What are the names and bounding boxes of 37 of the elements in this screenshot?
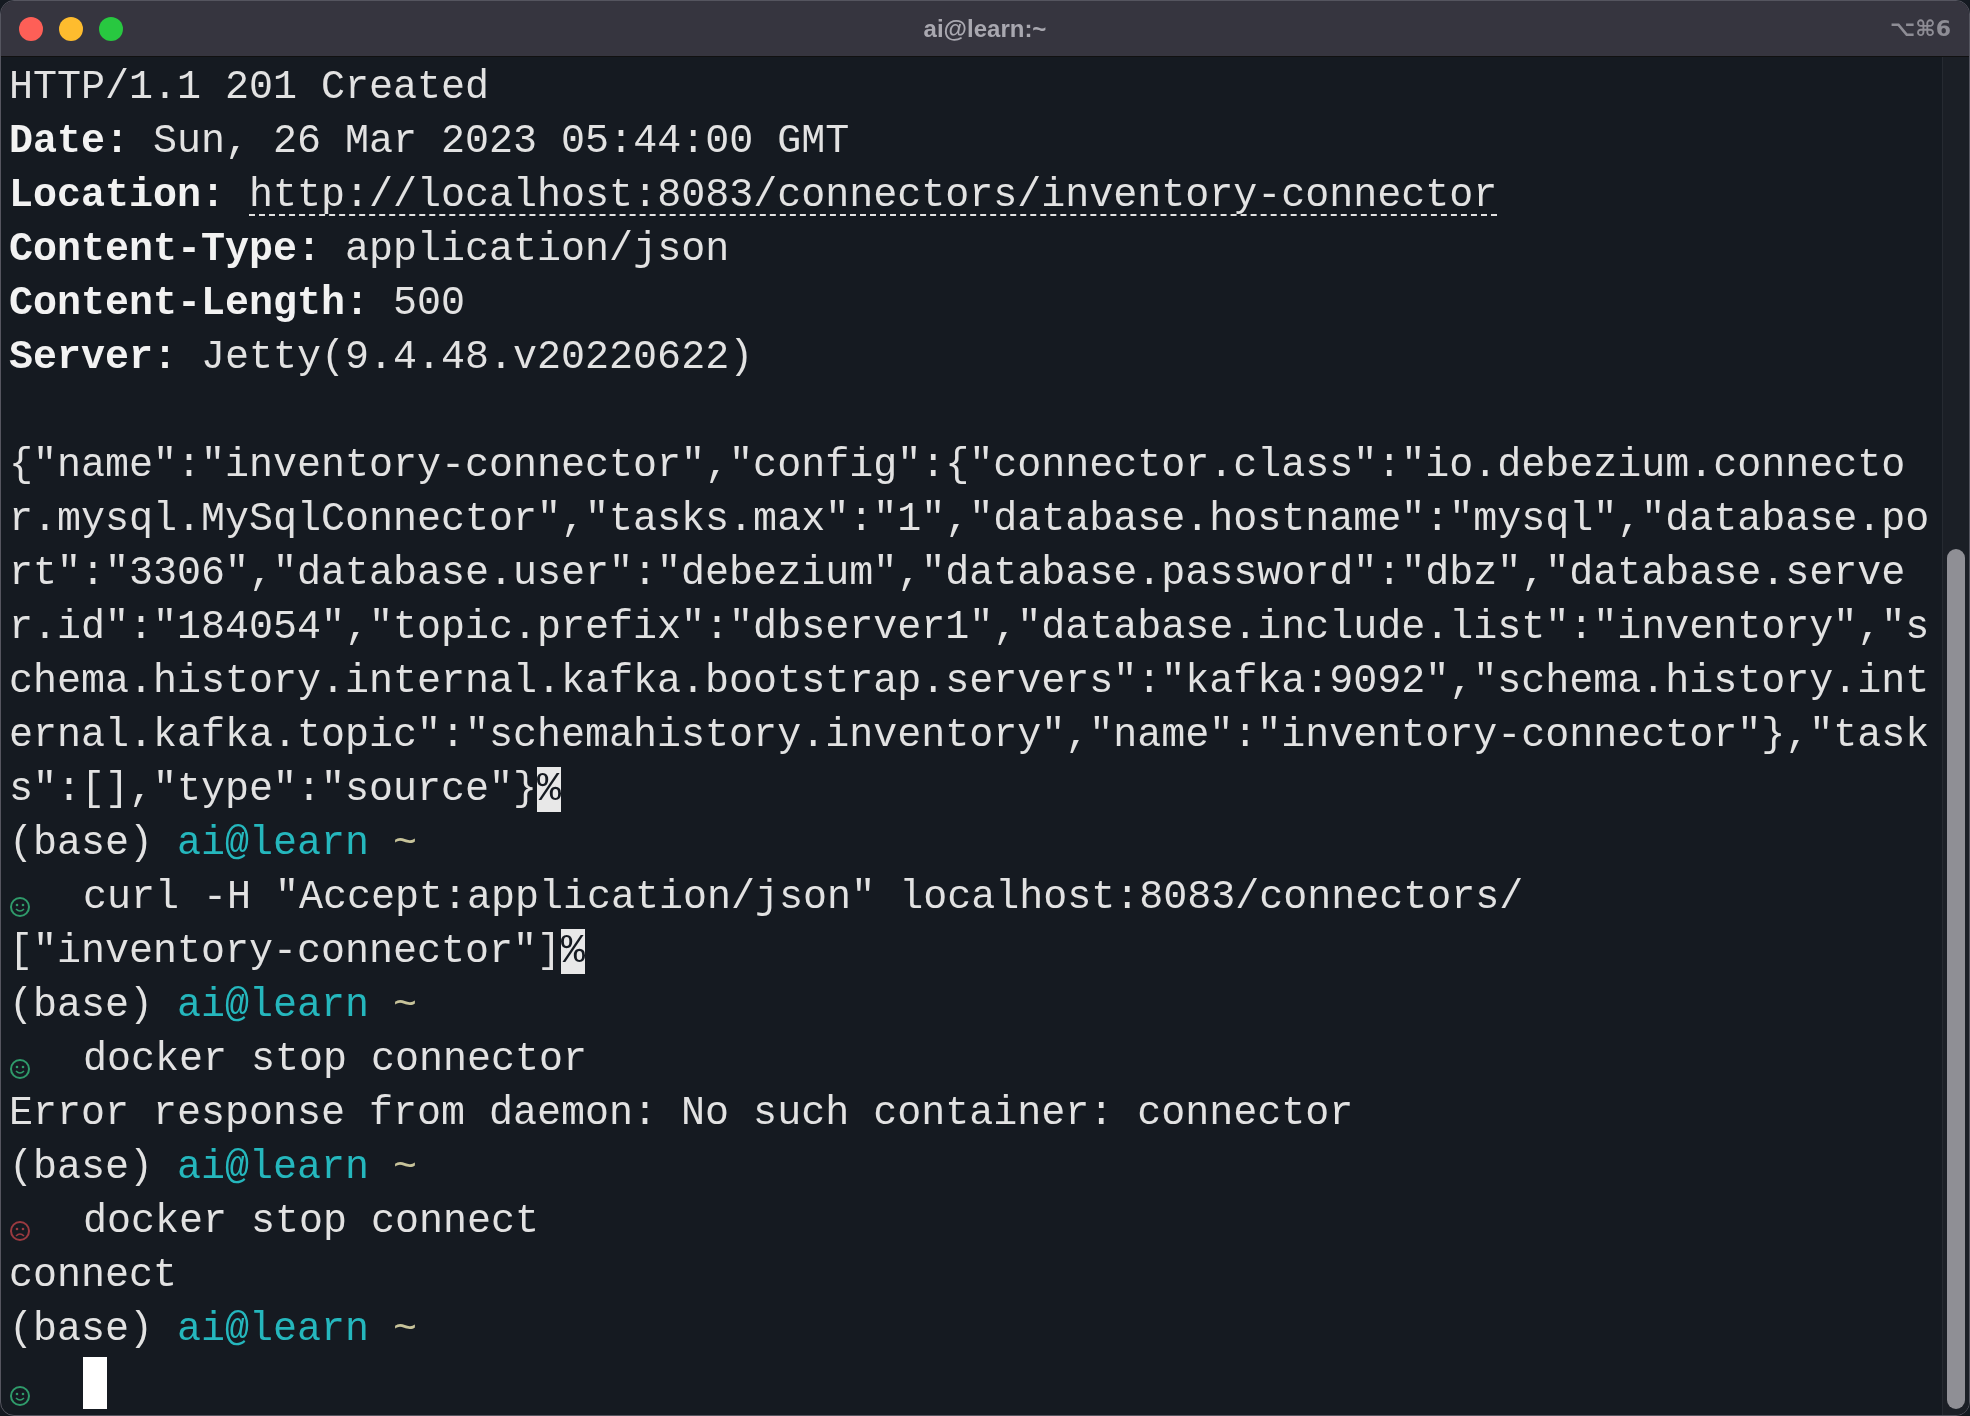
zoom-button[interactable] xyxy=(99,16,123,41)
prompt-directory: ~ xyxy=(393,821,418,866)
output-text: Error response from daemon: No such container: connector xyxy=(9,1090,1355,1138)
env-name: (base) xyxy=(9,1145,154,1190)
prompt-host: ai@learn xyxy=(177,1145,370,1190)
header-value: application/json xyxy=(345,227,730,272)
output-text: {"name":"inventory-connector","config":{"connector.class":"io.debezium.connector.mysql.MySqlConnector","tasks.max":"1","database.hostname":"mysql","database.port":"3306","database.user":"debezium","database.password":"dbz","database.server.id":"184054","topic.prefix":"dbserver1","database.include.list":"inventory","schema.history.internal.kafka.bootstrap.servers":"kafka:9092","schema.history.internal.kafka.topic":"schemahistory.inventory","name":"inventory-connector"},"tasks":[],"type":"source"}% xyxy=(9,442,1931,814)
url-link[interactable]: http://localhost:8083/connectors/inventory-connector xyxy=(249,173,1498,218)
header-value: Jetty(9.4.48.v20220622) xyxy=(201,335,754,380)
prompt-directory: ~ xyxy=(393,983,418,1028)
output-text: ["inventory-connector"]% xyxy=(9,928,587,976)
header-name: Server: xyxy=(9,335,178,380)
command-text: docker stop connect xyxy=(83,1199,540,1244)
shortcut-label: ⌥⌘6 xyxy=(1889,16,1951,41)
env-name: (base) xyxy=(9,1307,154,1352)
minimize-button[interactable] xyxy=(59,16,83,41)
output-text: HTTP/1.1 201 Created xyxy=(9,64,491,112)
header-value: 500 xyxy=(393,281,466,326)
header-name: Date: xyxy=(9,119,130,164)
scrollbar-thumb[interactable] xyxy=(1947,549,1965,1409)
env-name: (base) xyxy=(9,821,154,866)
prompt-host: ai@learn xyxy=(177,983,370,1028)
prompt-directory: ~ xyxy=(393,1307,418,1352)
command-text: curl -H "Accept:application/json" localhost:8083/connectors/ xyxy=(83,875,1524,920)
prompt-directory: ~ xyxy=(393,1145,418,1190)
header-name: Content-Type: xyxy=(9,227,322,272)
output-text: connect xyxy=(9,1252,179,1300)
header-name: Location: xyxy=(9,173,226,218)
header-value: Sun, 26 Mar 2023 05:44:00 GMT xyxy=(153,119,850,164)
text-cursor xyxy=(83,1357,107,1409)
window-title: ai@learn:~ xyxy=(923,14,1047,42)
command-text: docker stop connector xyxy=(83,1037,588,1082)
prompt-host: ai@learn xyxy=(177,821,370,866)
header-name: Content-Length: xyxy=(9,281,370,326)
close-button[interactable] xyxy=(19,16,43,41)
env-name: (base) xyxy=(9,983,154,1028)
prompt-host: ai@learn xyxy=(177,1307,370,1352)
